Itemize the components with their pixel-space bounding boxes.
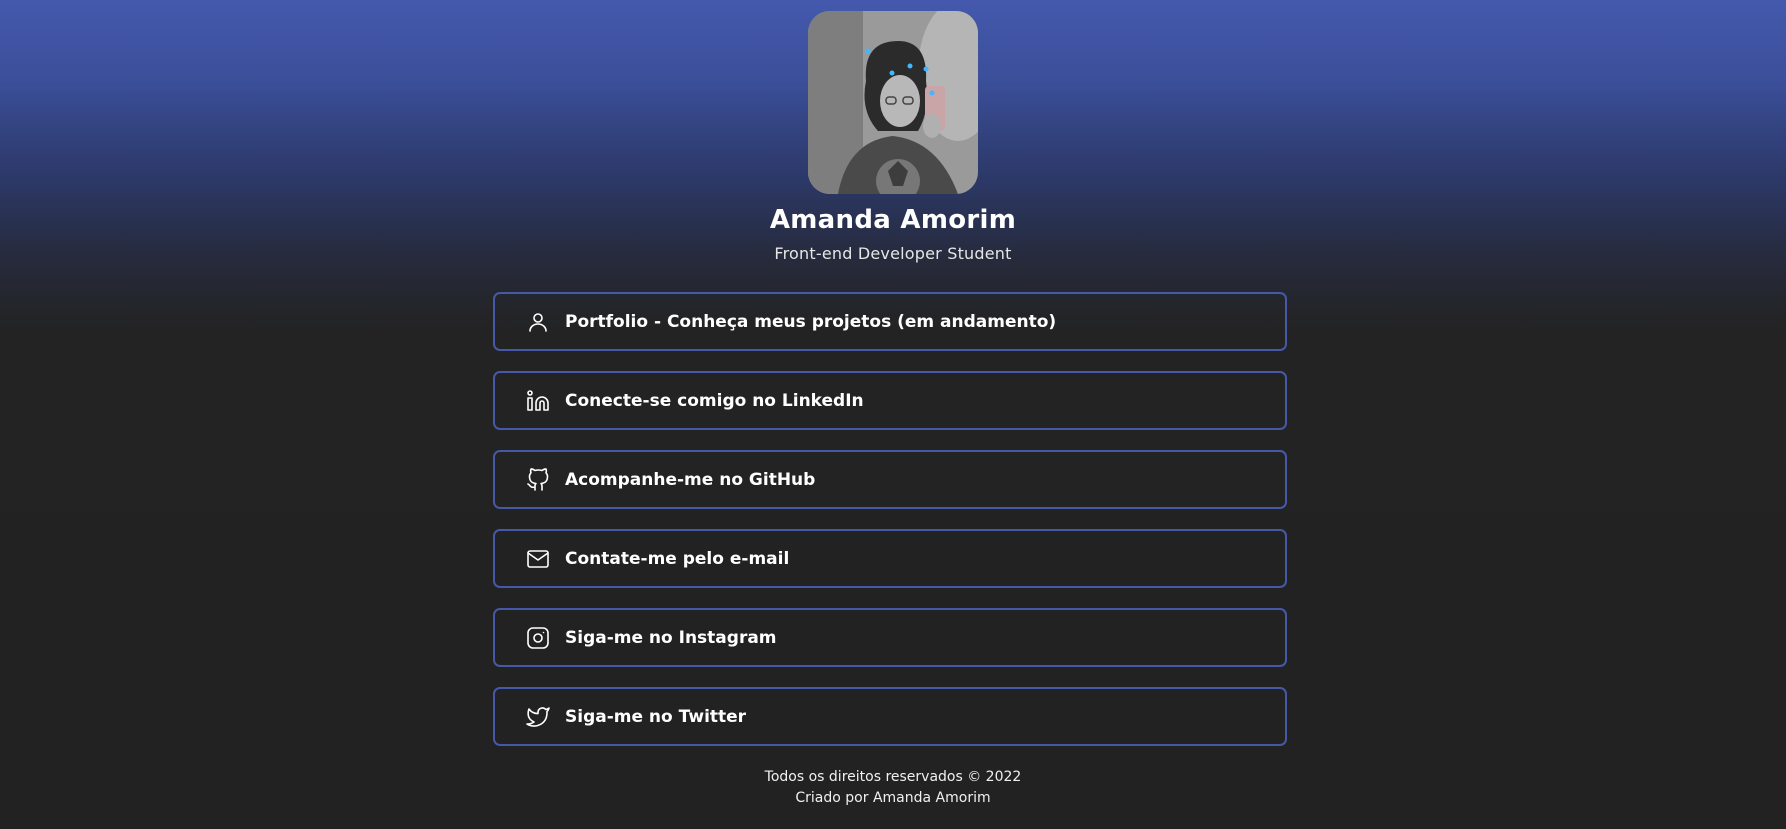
link-label: Portfolio - Conheça meus projetos (em an…	[565, 311, 1057, 332]
link-linkedin[interactable]: Conecte-se comigo no LinkedIn	[493, 371, 1287, 430]
avatar-photo	[808, 11, 978, 194]
mail-icon	[525, 546, 551, 572]
link-twitter[interactable]: Siga-me no Twitter	[493, 687, 1287, 746]
github-icon	[525, 467, 551, 493]
instagram-icon	[525, 625, 551, 651]
link-label: Siga-me no Twitter	[565, 706, 747, 727]
twitter-icon	[525, 704, 551, 730]
profile-subtitle: Front-end Developer Student	[774, 244, 1012, 263]
link-email[interactable]: Contate-me pelo e-mail	[493, 529, 1287, 588]
profile-name: Amanda Amorim	[769, 205, 1017, 235]
footer-credit: Criado por Amanda Amorim	[795, 790, 991, 806]
linkedin-icon	[525, 388, 551, 414]
link-label: Acompanhe-me no GitHub	[565, 469, 816, 490]
avatar	[808, 11, 978, 194]
link-label: Conecte-se comigo no LinkedIn	[565, 390, 864, 411]
user-icon	[525, 309, 551, 335]
link-label: Contate-me pelo e-mail	[565, 548, 790, 569]
link-portfolio[interactable]: Portfolio - Conheça meus projetos (em an…	[493, 292, 1287, 351]
footer-rights: Todos os direitos reservados © 2022	[764, 769, 1022, 785]
link-github[interactable]: Acompanhe-me no GitHub	[493, 450, 1287, 509]
link-instagram[interactable]: Siga-me no Instagram	[493, 608, 1287, 667]
footer: Todos os direitos reservados © 2022 Cria…	[0, 767, 1786, 809]
link-label: Siga-me no Instagram	[565, 627, 777, 648]
links-list: Portfolio - Conheça meus projetos (em an…	[493, 292, 1287, 766]
